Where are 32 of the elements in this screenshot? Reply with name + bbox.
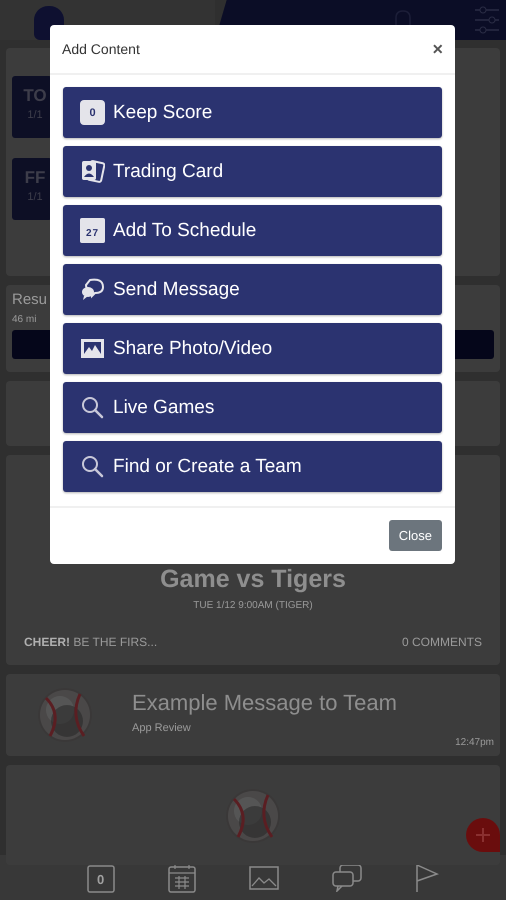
game-time: TUE 1/12 9:00AM (TIGER) [193,600,313,611]
action-button[interactable]: 27 Add To Schedule [63,205,442,256]
action-button[interactable]: 0 Keep Score [63,87,442,138]
result-title: Resu [12,291,48,308]
calendar-icon: 27 [80,218,105,243]
photo-icon [80,336,105,361]
message-title: Example Message to Team [132,690,397,716]
search-icon [80,395,105,420]
close-button[interactable]: Close [388,520,442,551]
action-button[interactable]: Find or Create a Team [63,441,442,492]
action-button[interactable]: Live Games [63,382,442,433]
dialog-title: Add Content [62,41,140,57]
message-author: App Review [132,722,192,734]
action-button[interactable]: Trading Card [63,146,442,197]
message-time: 12:47pm [455,737,494,748]
result-time: 46 mi [12,314,38,325]
cheer-text[interactable]: CHEER! BE THE FIRS... [24,635,158,649]
score-icon: 0 [80,100,105,125]
game-title: Game vs Tigers [160,565,346,594]
action-button[interactable]: Send Message [63,264,442,315]
chat-icon[interactable] [332,864,362,892]
cards-icon [80,159,105,184]
plus-icon [475,827,491,843]
flag-icon[interactable] [415,862,440,892]
score-tab[interactable]: 0 [86,862,115,892]
calendar-icon[interactable] [168,862,196,892]
comments-count[interactable]: 0 COMMENTS [402,635,482,649]
search-icon [80,454,105,479]
photo-icon[interactable] [248,866,279,890]
action-button[interactable]: Share Photo/Video [63,323,442,374]
close-button[interactable]: × [432,40,443,58]
chat-icon [80,277,105,302]
